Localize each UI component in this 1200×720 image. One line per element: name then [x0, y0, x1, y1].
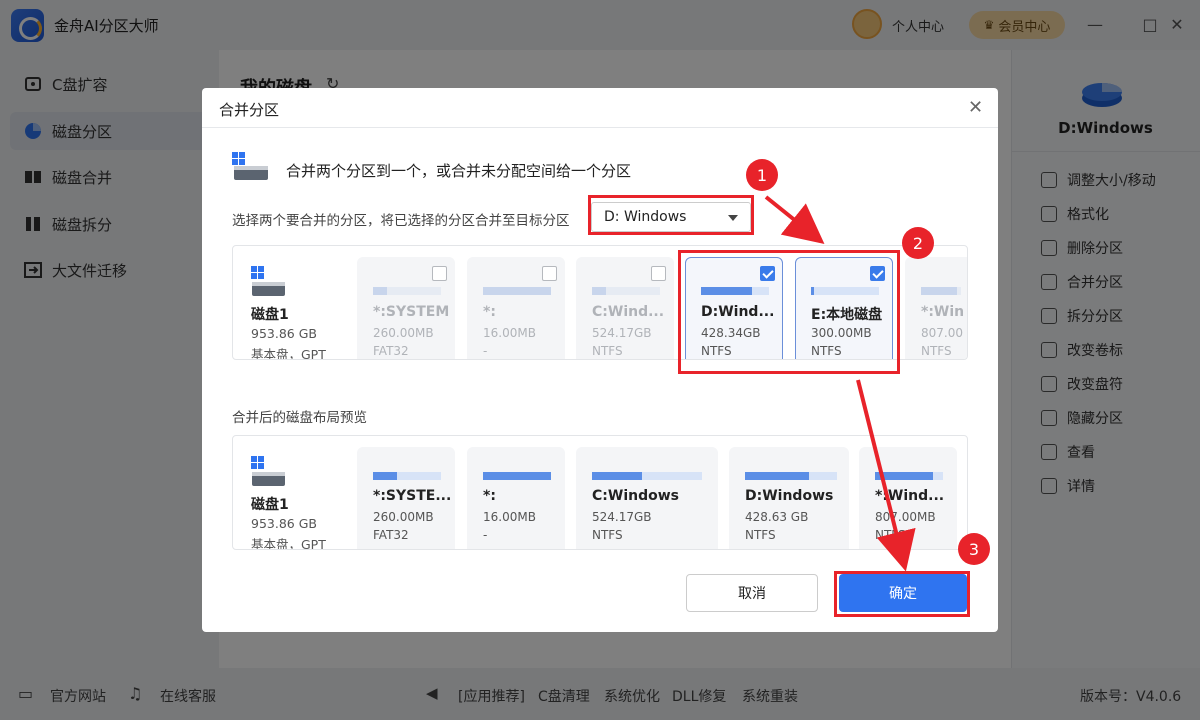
disk-windows-icon: [232, 152, 268, 180]
partition-name: *:SYSTE...: [373, 488, 452, 504]
usage-bar: [592, 472, 702, 480]
partition-name: *:Win: [921, 304, 965, 320]
partition-size: 807.00: [921, 326, 963, 340]
usage-bar: [483, 472, 551, 480]
disk-size: 953.86 GB: [251, 326, 317, 341]
select-label: 选择两个要合并的分区，将已选择的分区合并至目标分区: [232, 213, 570, 229]
preview-partition-card: C:Windows 524.17GB NTFS: [576, 447, 718, 549]
partition-size: 524.17GB: [592, 510, 652, 524]
usage-bar: [875, 472, 943, 480]
disk-windows-icon: [251, 266, 285, 296]
partition-size: 524.17GB: [592, 326, 652, 340]
partition-name: *:: [483, 488, 496, 504]
partition-fs: NTFS: [745, 528, 776, 542]
annotation-badge: 1: [746, 159, 778, 191]
disk-type: 基本盘，GPT: [251, 347, 326, 360]
partition-size: 16.00MB: [483, 510, 536, 524]
annotation-box-partitions: [678, 250, 900, 374]
partition-name: C:Wind...: [592, 304, 665, 320]
partition-card[interactable]: *: 16.00MB -: [467, 257, 565, 359]
disk-type: 基本盘，GPT: [251, 537, 326, 550]
partition-fs: NTFS: [592, 344, 623, 358]
divider: [202, 127, 998, 128]
partition-fs: -: [483, 528, 488, 542]
partition-card[interactable]: *:SYSTEM 260.00MB FAT32: [357, 257, 455, 359]
partition-fs: NTFS: [592, 528, 623, 542]
partition-size: 428.63 GB: [745, 510, 809, 524]
preview-partition-card: *: 16.00MB -: [467, 447, 565, 549]
partition-checkbox[interactable]: [432, 266, 447, 281]
partition-fs: FAT32: [373, 528, 409, 542]
partition-checkbox[interactable]: [542, 266, 557, 281]
usage-bar: [373, 472, 441, 480]
disk-info: 磁盘1 953.86 GB 基本盘，GPT: [251, 456, 326, 549]
partition-name: *:Wind...: [875, 488, 945, 504]
usage-bar: [592, 287, 660, 295]
partition-fs: NTFS: [875, 528, 906, 542]
partition-checkbox[interactable]: [651, 266, 666, 281]
disk-size: 953.86 GB: [251, 516, 317, 531]
close-icon[interactable]: ✕: [968, 97, 983, 118]
annotation-box-confirm: [834, 571, 970, 617]
disk-name: 磁盘1: [251, 497, 289, 513]
partition-size: 16.00MB: [483, 326, 536, 340]
partition-fs: -: [483, 344, 488, 358]
disk-windows-icon: [251, 456, 285, 486]
partition-name: *:: [483, 304, 496, 320]
partition-fs: NTFS: [921, 344, 952, 358]
partition-card[interactable]: C:Wind... 524.17GB NTFS: [576, 257, 674, 359]
preview-partition-card: D:Windows 428.63 GB NTFS: [729, 447, 849, 549]
annotation-badge: 2: [902, 227, 934, 259]
usage-bar: [745, 472, 837, 480]
dialog-heading: 合并两个分区到一个，或合并未分配空间给一个分区: [286, 162, 632, 180]
preview-partition-card: *:SYSTE... 260.00MB FAT32: [357, 447, 455, 549]
dialog-title: 合并分区: [219, 101, 280, 119]
annotation-badge: 3: [958, 533, 990, 565]
partition-fs: FAT32: [373, 344, 409, 358]
usage-bar: [921, 287, 961, 295]
annotation-box-select: [588, 195, 754, 235]
usage-bar: [373, 287, 441, 295]
partition-size: 260.00MB: [373, 326, 434, 340]
partition-name: D:Windows: [745, 488, 834, 504]
cancel-button[interactable]: 取消: [686, 574, 818, 612]
disk-info: 磁盘1 953.86 GB 基本盘，GPT: [251, 266, 326, 359]
preview-partition-card: *:Wind... 807.00MB NTFS: [859, 447, 957, 549]
partition-size: 807.00MB: [875, 510, 936, 524]
usage-bar: [483, 287, 551, 295]
disk-name: 磁盘1: [251, 307, 289, 323]
preview-box: 磁盘1 953.86 GB 基本盘，GPT *:SYSTE... 260.00M…: [232, 435, 968, 550]
partition-size: 260.00MB: [373, 510, 434, 524]
preview-label: 合并后的磁盘布局预览: [232, 410, 367, 426]
partition-name: *:SYSTEM: [373, 304, 450, 320]
partition-name: C:Windows: [592, 488, 679, 504]
partition-card[interactable]: *:Win 807.00 NTFS: [905, 257, 967, 359]
